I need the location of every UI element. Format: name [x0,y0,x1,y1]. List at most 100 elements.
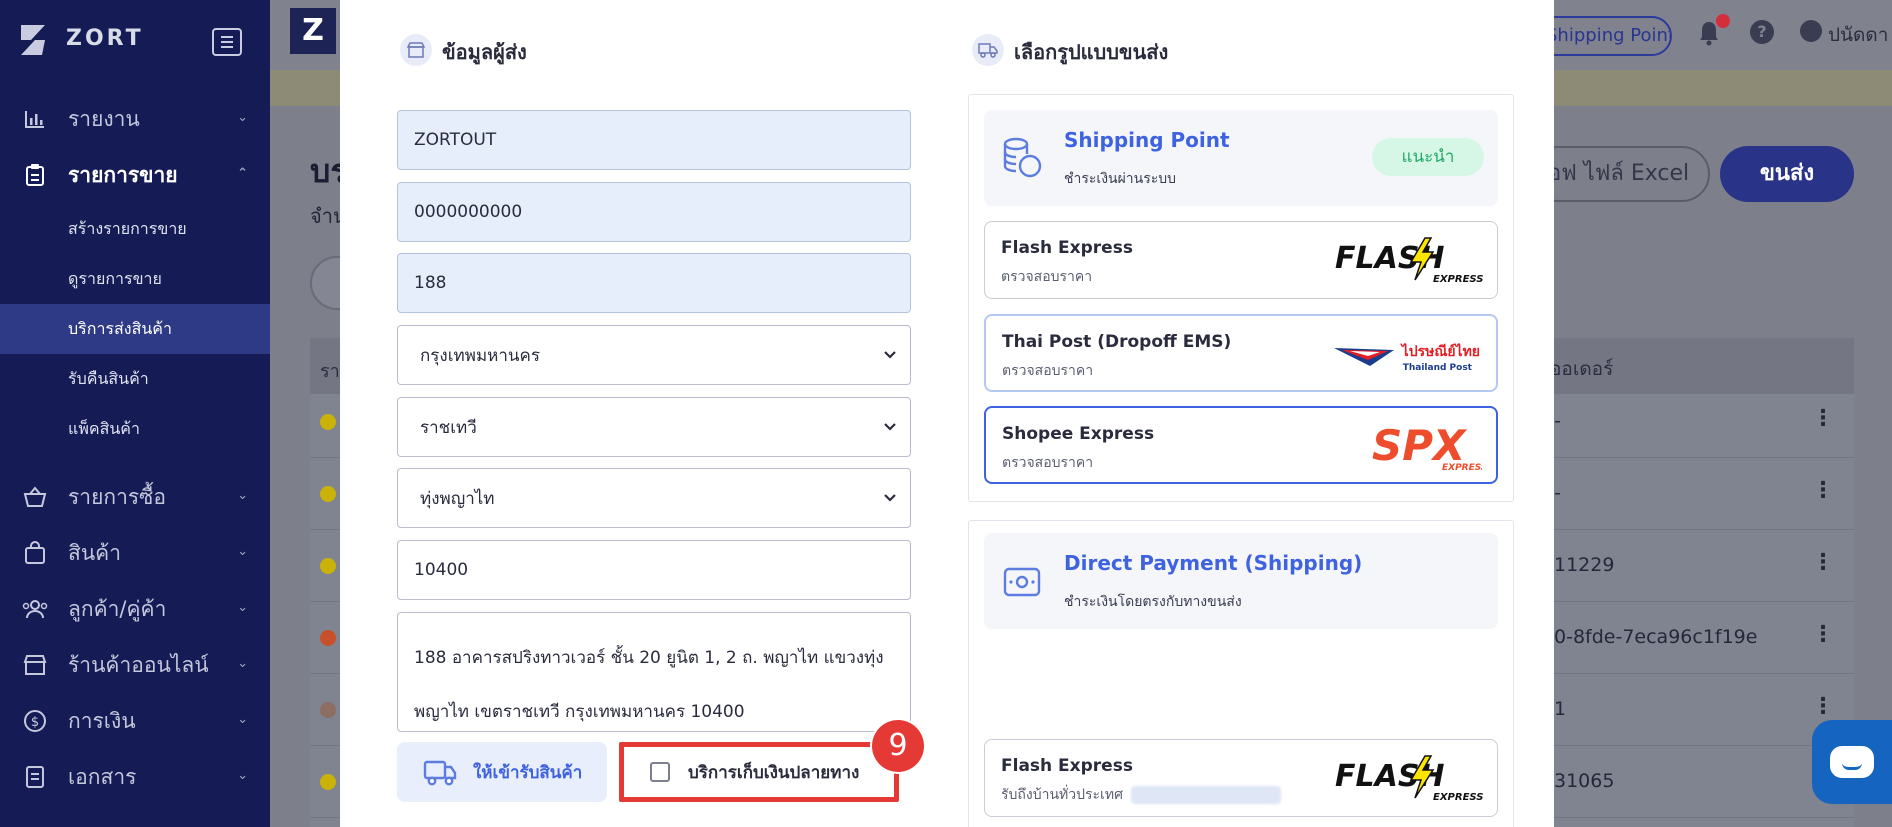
chevron-down-icon: ⌄ [237,110,248,125]
carrier-name: Flash Express [1001,238,1133,258]
cod-option[interactable]: บริการเก็บเงินปลายทาง [619,742,899,802]
thailand-post-logo: ไปรษณีย์ไทย Thailand Post [1334,342,1480,373]
flash-express-logo: FLASH EXPRESS [1335,237,1483,285]
postcode-field[interactable] [397,540,911,600]
carrier-thai-post[interactable]: Thai Post (Dropoff EMS) ตรวจสอบราคา ไปรษ… [984,314,1498,392]
carrier-flash-express[interactable]: Flash Express ตรวจสอบราคา FLASH EXPRESS [984,221,1498,299]
sidebar-item-label: รายการขาย [68,162,178,187]
spx-express-logo: SPX EXPRESS [1372,421,1482,472]
sidebar-item-label: เอกสาร [68,764,137,789]
sender-phone-field[interactable] [397,182,911,242]
ship-button[interactable]: ขนส่ง [1720,146,1854,202]
bag-icon [22,540,48,566]
cod-checkbox[interactable] [650,762,670,782]
pickup-label: ให้เข้ารับสินค้า [473,762,583,783]
district-select[interactable]: ราชเทวี [397,397,911,457]
user-name[interactable]: ปนัดดา [1828,20,1888,50]
export-excel-button[interactable]: อฟ ไฟล์ Excel [1530,146,1710,202]
sidebar-sub-view-sales[interactable]: ดูรายการขาย [0,254,270,304]
brand-name: ZORT [66,26,144,51]
sidebar-item-label: รายการซื้อ [68,484,167,509]
subdistrict-select[interactable]: ทุ่งพญาไท [397,468,911,528]
spx-logo-sub: EXPRESS [1442,463,1482,472]
chevron-down-icon: ⌄ [237,656,248,671]
sidebar-item-label: ร้านค้าออนไลน์ [68,652,209,677]
more-options-icon[interactable]: ⋮ [1812,478,1834,503]
cod-label: บริการเก็บเงินปลายทาง [688,762,860,783]
bar-chart-icon [22,106,48,132]
table-header-left: รา [320,361,340,382]
flash-logo-sub: EXPRESS [1433,792,1483,803]
user-avatar-icon[interactable] [1800,20,1822,42]
district-value: ราชเทวี [420,417,477,438]
store-icon [22,652,48,678]
more-options-icon[interactable]: ⋮ [1812,622,1834,647]
check-price-link[interactable]: ตรวจสอบราคา [1001,266,1092,288]
order-number-cell: - [1554,410,1561,432]
sidebar-sub-shipping-service[interactable]: บริการส่งสินค้า [0,304,270,354]
sidebar-item-online-store[interactable]: ร้านค้าออนไลน์ ⌄ [0,642,270,688]
service-description: รับถึงบ้านทั่วประเทศ [1001,787,1123,803]
direct-payment-desc: ชำระเงินโดยตรงกับทางขนส่ง [1064,594,1242,610]
basket-icon [22,484,48,510]
address-line-1: 188 อาคารสปริงทาวเวอร์ ชั้น 20 ยูนิต 1, … [414,648,884,668]
chevron-down-icon [884,351,896,359]
sidebar-sub-create-sale[interactable]: สร้างรายการขาย [0,204,270,254]
address-textarea[interactable]: 188 อาคารสปริงทาวเวอร์ ชั้น 20 ยูนิต 1, … [397,612,911,732]
notification-dot [1716,14,1730,28]
carrier-name: Flash Express [1001,756,1133,776]
check-price-link[interactable]: ตรวจสอบราคา [1002,360,1093,382]
chat-icon[interactable] [1830,746,1874,778]
sidebar-item-customers[interactable]: ลูกค้า/คู่ค้า ⌄ [0,586,270,632]
carrier-flash-express-direct[interactable]: Flash Express รับถึงบ้านทั่วประเทศ FLASH… [984,739,1498,817]
province-select[interactable]: กรุงเทพมหานคร [397,325,911,385]
cash-icon [1003,567,1041,597]
sidebar-sub-packing[interactable]: แพ็คสินค้า [0,404,270,454]
channel-logo-icon [320,558,336,574]
subdistrict-value: ทุ่งพญาไท [420,488,495,509]
step-number-badge: 9 [872,720,924,772]
more-options-icon[interactable]: ⋮ [1812,406,1834,431]
sidebar-item-purchases[interactable]: รายการซื้อ ⌄ [0,474,270,520]
clipboard-icon [22,162,48,188]
sidebar-item-documents[interactable]: เอกสาร ⌄ [0,754,270,800]
order-number-cell: 11229 [1554,554,1615,576]
direct-payment-header[interactable]: Direct Payment (Shipping) ชำระเงินโดยตรง… [984,533,1498,629]
store-icon [400,34,432,66]
carrier-shopee-express[interactable]: Shopee Express ตรวจสอบราคา SPX EXPRESS [984,406,1498,484]
carrier-service-text: รับถึงบ้านทั่วประเทศ [1001,784,1281,806]
users-icon [22,596,48,622]
chevron-down-icon: ⌄ [237,768,248,783]
sidebar-item-sales[interactable]: รายการขาย ⌃ [0,152,270,198]
truck-icon [972,34,1004,66]
help-icon[interactable]: ? [1750,20,1774,44]
recommended-badge: แนะนำ [1372,138,1484,176]
request-pickup-button[interactable]: ให้เข้ารับสินค้า [397,742,607,802]
order-number-cell: - [1554,482,1561,504]
blurred-text [1130,786,1281,804]
channel-logo-icon [320,414,336,430]
sender-house-no-field[interactable] [397,253,911,313]
shipping-point-header[interactable]: Shipping Point ชำระเงินผ่านระบบ แนะนำ [984,110,1498,206]
channel-logo-icon [320,702,336,718]
sidebar-item-label: ลูกค้า/คู่ค้า [68,596,167,621]
direct-payment-title: Direct Payment (Shipping) [1064,551,1363,575]
dollar-coin-icon: $ [22,708,48,734]
sidebar-sub-returns[interactable]: รับคืนสินค้า [0,354,270,404]
coins-icon [1003,137,1042,178]
sidebar-item-reports[interactable]: รายงาน ⌄ [0,96,270,142]
menu-toggle-icon[interactable] [212,28,242,56]
sender-name-field[interactable] [397,110,911,170]
more-options-icon[interactable]: ⋮ [1812,550,1834,575]
order-number-cell: 1 [1554,698,1567,720]
carrier-name: Thai Post (Dropoff EMS) [1002,332,1232,352]
sender-section-title: ข้อมูลผู้ส่ง [442,40,527,64]
chevron-down-icon: ⌄ [237,544,248,559]
chevron-up-icon: ⌃ [237,166,248,181]
sidebar-item-finance[interactable]: $ การเงิน ⌄ [0,698,270,744]
more-options-icon[interactable]: ⋮ [1812,694,1834,719]
sidebar-item-products[interactable]: สินค้า ⌄ [0,530,270,576]
check-price-link[interactable]: ตรวจสอบราคา [1002,452,1093,474]
header-logo: Z [290,8,336,54]
chevron-down-icon [884,423,896,431]
